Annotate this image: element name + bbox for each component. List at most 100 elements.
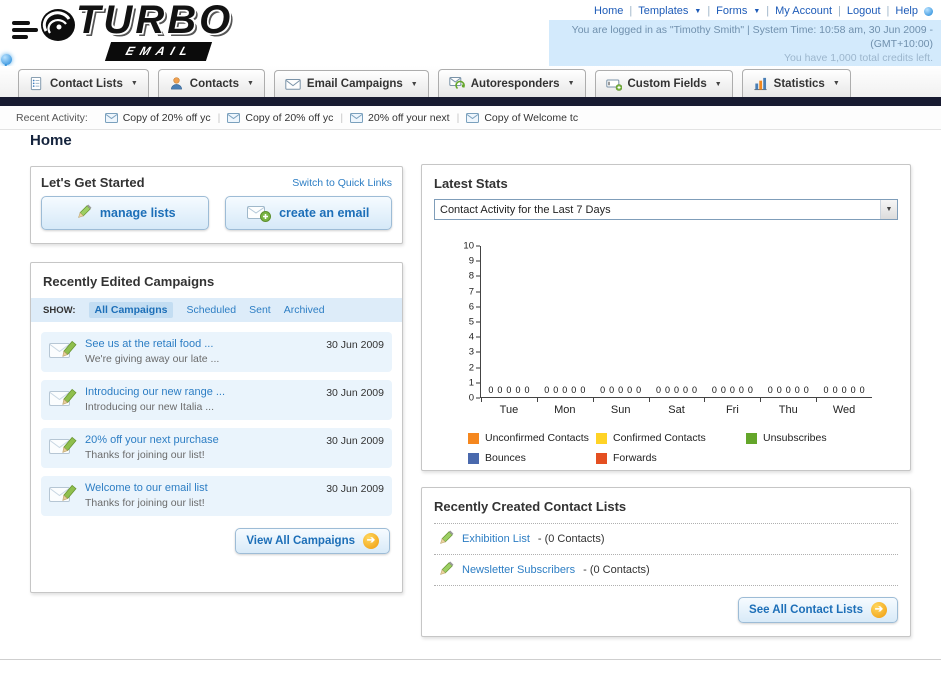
utility-link-forms[interactable]: Forms [716,5,747,17]
campaign-subtitle: Introducing our new Italia ... [85,401,214,413]
filter-archived[interactable]: Archived [284,304,325,316]
contact-list-detail: - (0 Contacts) [583,564,650,576]
see-all-contact-lists-button[interactable]: See All Contact Lists ➔ [738,597,898,623]
latest-stats-panel: Latest Stats Contact Activity for the La… [421,164,911,471]
utility-link-logout[interactable]: Logout [847,5,881,17]
bar-value-label: 0 [580,385,586,395]
campaign-date: 30 Jun 2009 [326,387,384,399]
app-page: TURBO EMAIL Home | Templates ▼ | Forms ▼… [0,0,941,683]
filter-sent[interactable]: Sent [249,304,271,316]
recent-activity-link[interactable]: Copy of Welcome tc [484,112,578,124]
contact-list-row[interactable]: Exhibition List - (0 Contacts) [434,524,898,555]
recent-activity-item[interactable]: Copy of 20% off yc [227,112,333,124]
chevron-down-icon: ▼ [832,80,840,87]
y-axis-tick: 1 [469,377,480,388]
switch-quick-links-link[interactable]: Switch to Quick Links [292,177,392,189]
bar-value-label: 0 [515,385,521,395]
y-axis-tick: 9 [469,256,480,267]
separator: | [456,111,460,124]
tab-label: Autoresponders [470,77,560,90]
campaign-title-link[interactable]: Welcome to our email list [85,482,326,494]
logo-sub-text: EMAIL [104,42,213,61]
recent-activity-item[interactable]: 20% off your next [350,112,450,124]
tab-label: Contact Lists [50,77,123,90]
legend-swatch [596,452,607,464]
bar-value-label: 0 [506,385,512,395]
bar-value-label: 0 [674,385,680,395]
tab-custom-fields[interactable]: Custom Fields ▼ [594,70,733,97]
bar-value-label: 0 [692,385,698,395]
create-email-button[interactable]: create an email [224,196,392,230]
nav-dark-bar [0,97,941,106]
recent-activity-bar: Recent Activity: Copy of 20% off yc | Co… [0,106,941,130]
bar-value-label: 0 [488,385,494,395]
credits-text: You have 1,000 total credits left. [783,52,933,64]
x-axis-label: Sat [648,398,705,416]
campaign-row[interactable]: See us at the retail food ... We're givi… [41,332,392,372]
campaign-row[interactable]: Introducing our new range ... Introducin… [41,380,392,420]
x-axis-label: Wed [816,398,872,416]
main-nav: Contact Lists ▼ Contacts ▼ Email Campaig… [0,66,941,97]
envelope-pencil-icon [49,387,77,414]
separator: | [838,5,841,17]
view-all-campaigns-button[interactable]: View All Campaigns ➔ [235,528,390,554]
logged-in-text: You are logged in as "Timothy Smith" | S… [571,24,933,50]
campaign-title-link[interactable]: See us at the retail food ... [85,338,326,350]
footer-divider [0,659,941,683]
manage-lists-button[interactable]: manage lists [41,196,209,230]
campaign-title-link[interactable]: Introducing our new range ... [85,386,326,398]
bar-value-label: 0 [627,385,633,395]
recent-activity-link[interactable]: 20% off your next [368,112,450,124]
stats-period-select[interactable]: Contact Activity for the Last 7 Days ▼ [434,199,898,220]
campaign-date: 30 Jun 2009 [326,483,384,495]
utility-link-templates[interactable]: Templates [638,5,688,17]
recent-activity-link[interactable]: Copy of 20% off yc [123,112,211,124]
campaign-row[interactable]: 20% off your next purchase Thanks for jo… [41,428,392,468]
campaign-subtitle: Thanks for joining our list! [85,449,205,461]
chart-bar-group: 00000 [537,246,593,397]
filter-all-campaigns[interactable]: All Campaigns [88,302,174,318]
tab-email-campaigns[interactable]: Email Campaigns ▼ [273,70,429,97]
utility-link-my-account[interactable]: My Account [775,5,832,17]
legend-label: Confirmed Contacts [613,432,706,444]
utility-link-help[interactable]: Help [895,5,918,17]
y-axis-tick: 3 [469,347,480,358]
separator: | [340,111,344,124]
campaigns-list: See us at the retail food ... We're givi… [31,322,402,516]
bar-value-label: 0 [600,385,606,395]
bar-value-label: 0 [524,385,530,395]
utility-link-home[interactable]: Home [594,5,623,17]
tab-statistics[interactable]: Statistics ▼ [741,69,851,97]
recent-activity-link[interactable]: Copy of 20% off yc [245,112,333,124]
help-dot-icon [924,6,933,16]
y-axis-tick: 0 [469,393,480,404]
tab-autoresponders[interactable]: Autoresponders ▼ [437,69,586,97]
chart-bar-group: 00000 [481,246,537,397]
contact-list-row[interactable]: Newsletter Subscribers - (0 Contacts) [434,555,898,586]
separator: | [886,5,890,17]
bar-value-label: 0 [841,385,847,395]
tab-contacts[interactable]: Contacts ▼ [157,69,265,97]
bar-value-label: 0 [497,385,503,395]
campaign-subtitle: Thanks for joining our list! [85,497,205,509]
contact-list-link[interactable]: Newsletter Subscribers [462,564,575,576]
campaign-row[interactable]: Welcome to our email list Thanks for joi… [41,476,392,516]
custom-fields-icon [605,79,622,91]
bar-value-label: 0 [776,385,782,395]
filter-scheduled[interactable]: Scheduled [186,304,236,316]
contact-lists-panel: Recently Created Contact Lists Exhibitio… [421,487,911,637]
chevron-down-icon: ▼ [246,80,254,87]
campaign-title-link[interactable]: 20% off your next purchase [85,434,326,446]
recent-activity-item[interactable]: Copy of 20% off yc [104,112,211,124]
tab-contact-lists[interactable]: Contact Lists ▼ [18,69,149,97]
envelope-pencil-icon [49,435,77,462]
chart-bar-group: 00000 [593,246,649,397]
legend-swatch [468,452,479,464]
bar-value-label: 0 [850,385,856,395]
bar-value-label: 0 [571,385,577,395]
contact-list-link[interactable]: Exhibition List [462,533,530,545]
bar-value-label: 0 [683,385,689,395]
contacts-icon [170,77,182,90]
recent-activity-item[interactable]: Copy of Welcome tc [466,112,578,124]
chevron-down-icon: ▼ [694,7,702,15]
